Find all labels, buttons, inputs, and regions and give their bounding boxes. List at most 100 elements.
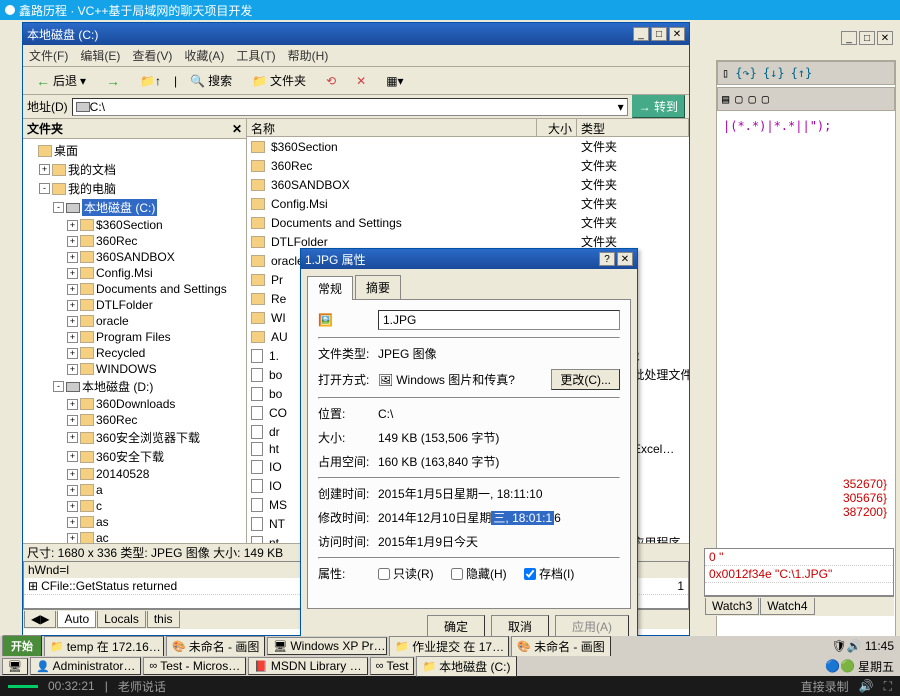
tree-node[interactable]: +360SANDBOX — [25, 249, 244, 265]
task-item[interactable]: 🎨未命名 - 画图 — [511, 636, 610, 657]
step-out-icon[interactable]: {↑} — [791, 66, 813, 80]
task-item[interactable]: 👤Administrator… — [30, 657, 141, 675]
menu-file[interactable]: 文件(F) — [29, 47, 68, 64]
sync-button[interactable]: ⟲ — [319, 71, 343, 91]
go-button[interactable]: → 转到 — [632, 95, 685, 118]
vs-debug-toolbar[interactable]: ▯ {↷} {↓} {↑} — [717, 61, 895, 85]
addr-input[interactable]: C:\ ▾ — [72, 98, 628, 116]
list-item[interactable]: 360SANDBOX文件夹 — [247, 175, 689, 194]
menu-tools[interactable]: 工具(T) — [236, 47, 275, 64]
tab-auto[interactable]: Auto — [57, 611, 96, 628]
tree-node[interactable]: +Documents and Settings — [25, 281, 244, 297]
search-button[interactable]: 🔍搜索 — [183, 69, 239, 92]
tree-node[interactable]: +WINDOWS — [25, 361, 244, 377]
chk-readonly[interactable]: 只读(R) — [378, 565, 434, 582]
tab-watch4[interactable]: Watch4 — [760, 598, 814, 615]
forward-button[interactable]: → — [99, 70, 127, 92]
tree-node[interactable]: +360安全浏览器下载 — [25, 428, 244, 447]
tab-general[interactable]: 常规 — [307, 276, 353, 300]
tree-node[interactable]: +Recycled — [25, 345, 244, 361]
col-name[interactable]: 名称 — [247, 119, 537, 136]
record-label[interactable]: 直接录制 — [801, 678, 849, 695]
tree-node[interactable]: +ac — [25, 530, 244, 543]
system-tray[interactable]: 🛡🔊 11:45 — [828, 639, 898, 653]
tab-summary[interactable]: 摘要 — [355, 275, 401, 299]
filename-input[interactable]: 1.JPG — [378, 310, 620, 330]
vol-icon[interactable]: 🔊 — [859, 679, 874, 693]
prop-close[interactable]: ✕ — [617, 252, 633, 266]
tree-node[interactable]: +360Rec — [25, 233, 244, 249]
tb-ic[interactable]: ▢ — [748, 92, 755, 106]
views-button[interactable]: ▦▾ — [379, 71, 410, 91]
col-type[interactable]: 类型 — [577, 119, 689, 136]
tb-ic[interactable]: ▤ — [722, 92, 729, 106]
chk-archive[interactable]: 存档(I) — [524, 565, 574, 582]
list-item[interactable]: 360Rec文件夹 — [247, 156, 689, 175]
tree-node[interactable]: +oracle — [25, 313, 244, 329]
menu-view[interactable]: 查看(V) — [132, 47, 172, 64]
folders-button[interactable]: 📁文件夹 — [245, 69, 313, 92]
task-item[interactable]: ∞Test - Micros… — [143, 657, 246, 675]
prop-help[interactable]: ? — [599, 252, 615, 266]
tree-node[interactable]: -本地磁盘 (D:) — [25, 377, 244, 396]
chk-hidden[interactable]: 隐藏(H) — [451, 565, 507, 582]
tree-node[interactable]: -我的电脑 — [25, 179, 244, 198]
vs-max[interactable]: □ — [859, 31, 875, 45]
tab-this[interactable]: this — [147, 611, 180, 628]
tree-node[interactable]: +20140528 — [25, 466, 244, 482]
start-button[interactable]: 开始 — [2, 635, 42, 657]
col-size[interactable]: 大小 — [537, 119, 577, 136]
tree-node[interactable]: +Config.Msi — [25, 265, 244, 281]
explorer-titlebar[interactable]: 本地磁盘 (C:) _ □ ✕ — [23, 23, 689, 45]
vs-min[interactable]: _ — [841, 31, 857, 45]
vs-watch-toolbar[interactable]: ▤ ▢ ▢ ▢ — [717, 87, 895, 111]
step-into-icon[interactable]: {↓} — [763, 66, 785, 80]
menu-edit[interactable]: 编辑(E) — [80, 47, 120, 64]
up-button[interactable]: 📁↑ — [133, 71, 168, 91]
tb-ic[interactable]: ▢ — [762, 92, 769, 106]
tree-node[interactable]: +$360Section — [25, 217, 244, 233]
task-item[interactable]: 🖥Windows XP Pr… — [267, 637, 387, 655]
task-item[interactable]: 🎨未命名 - 画图 — [166, 636, 265, 657]
quick-launch[interactable]: 🖥 — [2, 658, 28, 675]
step-over-icon[interactable]: {↷} — [735, 66, 757, 80]
task-item[interactable]: 📁temp 在 172.16… — [44, 636, 164, 657]
menu-help[interactable]: 帮助(H) — [288, 47, 329, 64]
tree-node[interactable]: +a — [25, 482, 244, 498]
prop-titlebar[interactable]: 1.JPG 属性 ?✕ — [301, 249, 637, 269]
video-play-bar[interactable]: 00:32:21 | 老师说话 直接录制 🔊 ⛶ — [0, 676, 900, 696]
list-header[interactable]: 名称 大小 类型 — [247, 119, 689, 137]
folder-tree[interactable]: 桌面+我的文档-我的电脑-本地磁盘 (C:)+$360Section+360Re… — [23, 139, 246, 543]
system-tray-2[interactable]: 🔵🟢 星期五 — [821, 658, 898, 675]
task-item[interactable]: 📕MSDN Library … — [248, 657, 367, 675]
task-item[interactable]: 📁本地磁盘 (C:) — [416, 656, 516, 677]
task-item[interactable]: ∞Test — [370, 657, 415, 675]
task-item[interactable]: 📁作业提交 在 17… — [389, 636, 509, 657]
tree-node[interactable]: +360Rec — [25, 412, 244, 428]
explorer-min[interactable]: _ — [633, 27, 649, 41]
delete-button[interactable]: ✕ — [349, 71, 373, 91]
tb-ic[interactable]: ▢ — [735, 92, 742, 106]
menu-fav[interactable]: 收藏(A) — [184, 47, 224, 64]
back-button[interactable]: ←后退 ▾ — [29, 69, 93, 92]
expand-icon[interactable]: ⛶ — [884, 679, 892, 694]
tab-watch3[interactable]: Watch3 — [705, 598, 759, 615]
tree-close[interactable]: ✕ — [232, 122, 242, 136]
tree-node[interactable]: +360Downloads — [25, 396, 244, 412]
tree-node[interactable]: +Program Files — [25, 329, 244, 345]
tool-icon[interactable]: ▯ — [722, 66, 729, 80]
explorer-max[interactable]: □ — [651, 27, 667, 41]
list-item[interactable]: Documents and Settings文件夹 — [247, 213, 689, 232]
tree-node[interactable]: +DTLFolder — [25, 297, 244, 313]
list-item[interactable]: $360Section文件夹 — [247, 137, 689, 156]
explorer-close[interactable]: ✕ — [669, 27, 685, 41]
tree-node[interactable]: +我的文档 — [25, 160, 244, 179]
tree-node[interactable]: -本地磁盘 (C:) — [25, 198, 244, 217]
vs-close[interactable]: ✕ — [877, 31, 893, 45]
tree-node[interactable]: +360安全下载 — [25, 447, 244, 466]
tree-node[interactable]: 桌面 — [25, 141, 244, 160]
list-item[interactable]: Config.Msi文件夹 — [247, 194, 689, 213]
tab-locals[interactable]: Locals — [97, 611, 146, 628]
tree-node[interactable]: +c — [25, 498, 244, 514]
change-button[interactable]: 更改(C)... — [551, 369, 620, 390]
